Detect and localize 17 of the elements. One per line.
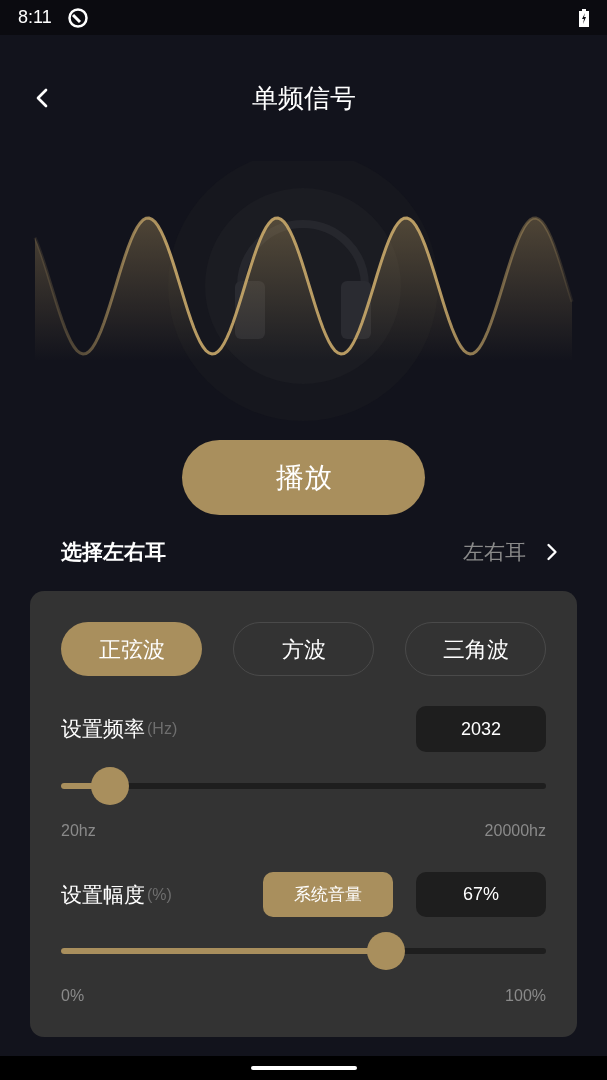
frequency-field[interactable]: 2032 [416, 706, 546, 752]
page-title: 单频信号 [251, 81, 356, 115]
range-max-label: 100% [505, 986, 546, 1006]
frequency-label: 设置频率 [61, 716, 145, 743]
range-min-label: 20hz [61, 821, 96, 841]
amplitude-label: 设置幅度 [61, 881, 145, 908]
slider-thumb[interactable] [366, 932, 405, 970]
amplitude-unit: (%) [147, 884, 172, 905]
slider-thumb[interactable] [90, 767, 129, 805]
status-time: 8:11 [18, 6, 52, 29]
range-max-label: 20000hz [484, 821, 546, 841]
amplitude-field[interactable]: 67% [416, 872, 546, 917]
ear-select-value[interactable]: 左右耳 [463, 536, 526, 568]
ear-select-label: 选择左右耳 [61, 539, 166, 566]
battery-icon [579, 8, 589, 27]
frequency-unit: (Hz) [147, 719, 178, 739]
range-min-label: 0% [61, 986, 85, 1006]
